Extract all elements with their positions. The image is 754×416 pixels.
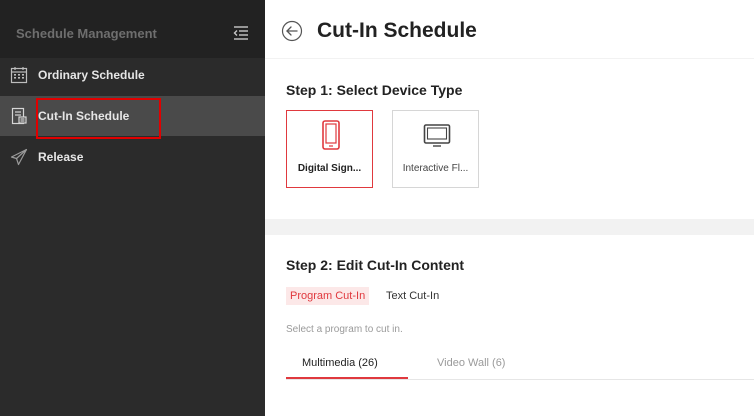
sidebar-item-label: Release <box>38 150 84 164</box>
tab-divider <box>286 379 754 380</box>
device-type-label: Digital Sign... <box>297 163 362 174</box>
page-title: Cut-In Schedule <box>317 19 477 42</box>
sidebar-item-ordinary-schedule[interactable]: Ordinary Schedule <box>0 55 265 95</box>
sidebar: Schedule Management Ordinary Schedule Cu… <box>0 0 265 416</box>
main-content: Cut-In Schedule Step 1: Select Device Ty… <box>265 0 754 416</box>
step2-panel: Step 2: Edit Cut-In Content Program Cut-… <box>265 235 754 416</box>
step1-panel: Step 1: Select Device Type Digital Sign.… <box>265 59 754 219</box>
step2-title: Step 2: Edit Cut-In Content <box>286 257 465 273</box>
collapse-menu-icon[interactable] <box>233 26 249 40</box>
step1-title: Step 1: Select Device Type <box>286 82 463 98</box>
sidebar-title: Schedule Management <box>16 26 157 41</box>
calendar-icon <box>10 67 28 84</box>
tab-multimedia[interactable]: Multimedia (26) <box>302 357 378 369</box>
device-type-label: Interactive Fl... <box>402 163 469 174</box>
tablet-icon <box>322 120 340 150</box>
monitor-icon <box>423 124 451 147</box>
sidebar-item-label: Ordinary Schedule <box>38 68 145 82</box>
sidebar-header: Schedule Management <box>0 0 265 58</box>
document-icon <box>11 107 27 125</box>
device-type-interactive-flat-panel[interactable]: Interactive Fl... <box>392 110 479 188</box>
tab-video-wall[interactable]: Video Wall (6) <box>437 357 505 369</box>
text-cut-in-option[interactable]: Text Cut-In <box>382 287 443 305</box>
program-cut-in-option[interactable]: Program Cut-In <box>286 287 370 305</box>
back-arrow-icon[interactable] <box>281 20 303 42</box>
paper-plane-icon <box>10 148 28 166</box>
page-header: Cut-In Schedule <box>265 0 754 58</box>
device-type-digital-signage[interactable]: Digital Sign... <box>286 110 373 188</box>
hint-text: Select a program to cut in. <box>286 324 403 335</box>
active-tab-indicator <box>286 377 408 379</box>
sidebar-item-release[interactable]: Release <box>0 137 265 177</box>
annotation-highlight-box <box>36 98 161 139</box>
